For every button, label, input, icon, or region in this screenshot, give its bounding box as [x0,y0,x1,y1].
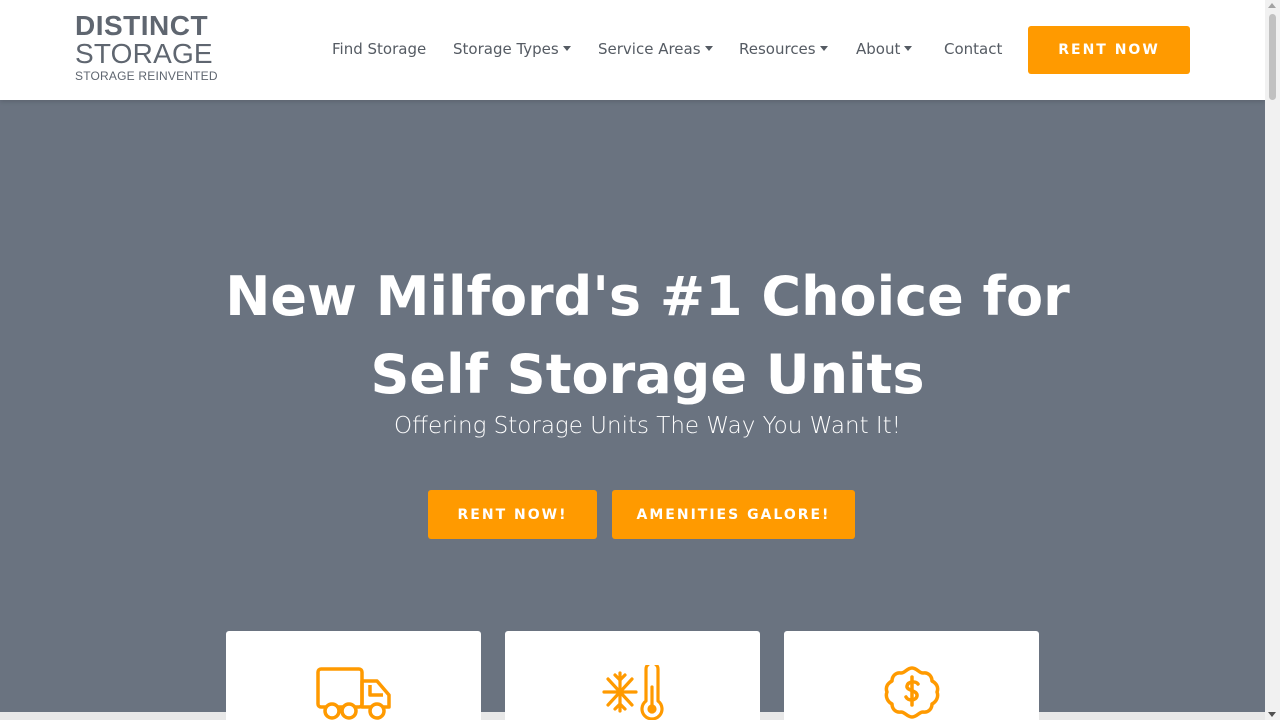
nav-service-areas-label: Service Areas [598,40,701,58]
nav-contact-label: Contact [944,40,1003,58]
hero-subtitle: Offering Storage Units The Way You Want … [394,413,901,439]
nav-resources[interactable]: Resources [739,40,828,58]
feature-card-moving[interactable] [226,631,481,720]
rent-now-header-button[interactable]: RENT NOW [1028,26,1190,74]
nav-about-label: About [856,40,901,58]
nav-service-areas[interactable]: Service Areas [598,40,713,58]
scroll-down-arrow-icon[interactable] [1268,712,1276,717]
chevron-down-icon [704,46,713,51]
climate-control-icon [601,661,664,720]
nav-find-storage[interactable]: Find Storage [332,40,426,58]
chevron-down-icon [819,46,828,51]
amenities-button[interactable]: AMENITIES GALORE! [612,490,855,539]
nav-about[interactable]: About [856,40,913,58]
nav-storage-types-label: Storage Types [453,40,559,58]
hero-title: New Milford's #1 Choice for Self Storage… [225,265,1070,406]
scroll-up-arrow-icon[interactable] [1268,3,1276,8]
chevron-down-icon [904,46,913,51]
scrollbar-thumb[interactable] [1269,14,1276,100]
feature-card-climate[interactable] [505,631,760,720]
page-scrollbar[interactable] [1265,0,1280,720]
main-nav: Find Storage Storage Types Service Areas… [0,40,1010,62]
nav-find-storage-label: Find Storage [332,40,427,58]
nav-contact[interactable]: Contact [944,40,1002,58]
truck-icon [315,665,393,720]
rent-now-hero-button[interactable]: RENT NOW! [428,490,597,539]
nav-storage-types[interactable]: Storage Types [453,40,571,58]
logo-tagline: STORAGE REINVENTED [75,69,218,83]
money-badge-icon [881,665,943,720]
feature-card-pricing[interactable] [784,631,1039,720]
site-header: DISTINCT STORAGE STORAGE REINVENTED Find… [0,0,1265,100]
logo-wordmark-distinct: DISTINCT [75,10,209,41]
nav-resources-label: Resources [739,40,816,58]
chevron-down-icon [562,46,571,51]
